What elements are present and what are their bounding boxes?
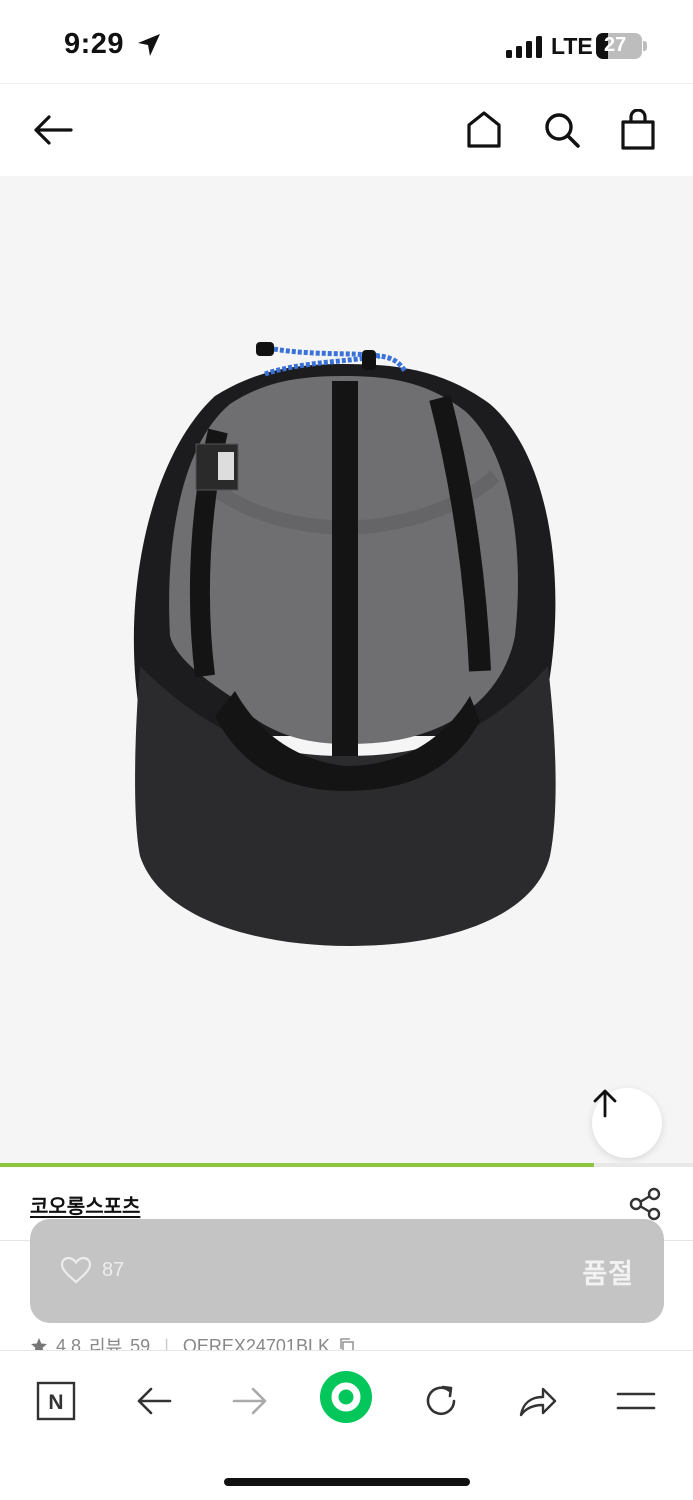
scroll-to-top-button[interactable] [592, 1088, 662, 1158]
search-button[interactable] [538, 106, 586, 154]
purchase-bar: 87 품절 [30, 1219, 664, 1323]
back-icon [137, 1387, 172, 1415]
cap-product-image [133, 342, 556, 946]
share-page-button[interactable] [508, 1371, 568, 1431]
heart-icon [60, 1256, 92, 1284]
carrier-label: LTE [551, 33, 593, 59]
wishlist-button[interactable]: 87 [60, 1256, 124, 1284]
battery-level: 27 [604, 34, 627, 56]
reload-icon [426, 1385, 456, 1416]
home-icon [467, 111, 501, 148]
back-arrow-icon [34, 115, 73, 145]
menu-icon [616, 1392, 656, 1410]
browser-forward-button[interactable] [220, 1371, 280, 1431]
shopping-bag-icon [621, 109, 655, 150]
location-arrow-icon [138, 34, 160, 56]
image-progress-track [0, 1163, 693, 1167]
status-bar: 9:29 LTE 27 [0, 0, 693, 84]
svg-text:N: N [48, 1391, 63, 1414]
battery-icon: 27 [596, 33, 648, 59]
naver-n-icon: N [36, 1381, 76, 1421]
image-progress-fill [0, 1163, 594, 1167]
cart-button[interactable] [614, 106, 662, 154]
home-button[interactable] [460, 106, 508, 154]
home-indicator [224, 1478, 470, 1486]
green-dot-icon [320, 1371, 372, 1423]
share-icon [519, 1387, 557, 1417]
product-image-area[interactable] [0, 176, 693, 1164]
search-icon [545, 113, 580, 148]
forward-icon [232, 1387, 267, 1415]
arrow-up-icon [593, 1089, 617, 1118]
brand-link[interactable]: 코오롱스포츠 [30, 1190, 140, 1219]
menu-button[interactable] [606, 1371, 666, 1431]
share-button[interactable] [626, 1186, 666, 1222]
reload-button[interactable] [411, 1371, 471, 1431]
browser-toolbar: N [0, 1350, 693, 1500]
back-button[interactable] [29, 106, 77, 154]
signal-bars-icon [506, 36, 542, 58]
wish-count: 87 [102, 1258, 125, 1281]
sold-out-button[interactable]: 품절 [582, 1252, 634, 1291]
share-nodes-icon [629, 1187, 661, 1221]
naver-green-button[interactable] [316, 1367, 376, 1427]
naver-home-button[interactable]: N [26, 1371, 86, 1431]
status-time: 9:29 [64, 28, 125, 60]
top-nav [0, 85, 693, 175]
browser-back-button[interactable] [124, 1371, 184, 1431]
